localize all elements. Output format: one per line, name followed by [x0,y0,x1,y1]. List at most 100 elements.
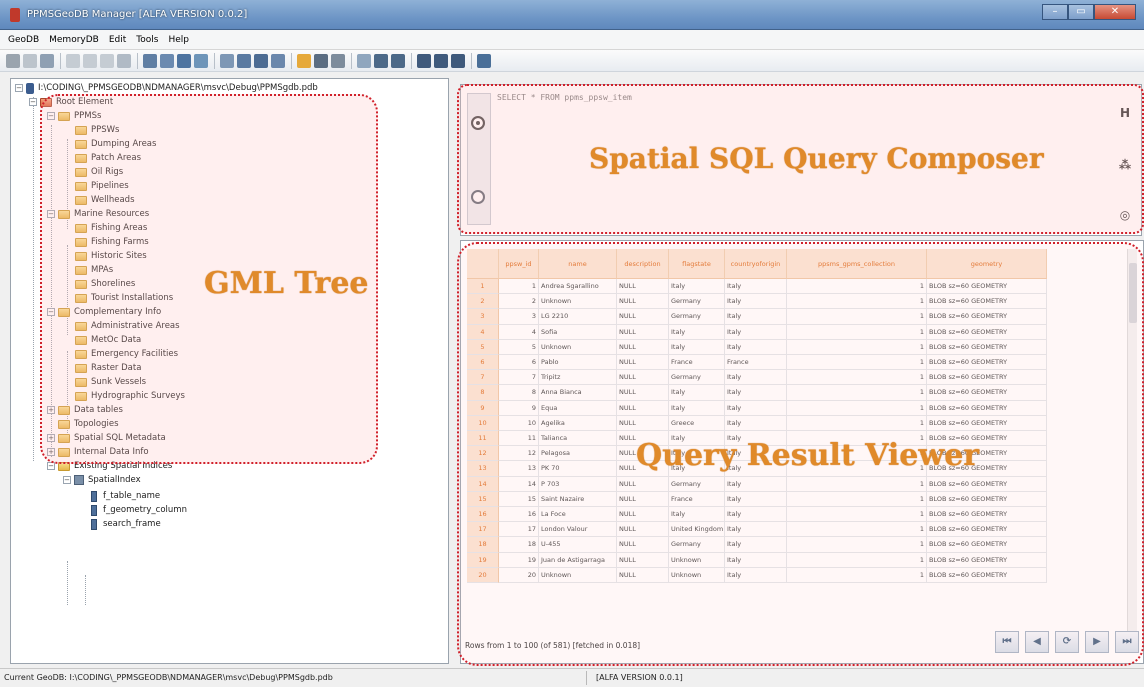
tree-leaf[interactable]: Fishing Farms [75,235,149,249]
table-row[interactable]: 4 4 Sofia NULL Italy Italy 1 BLOB sz=60 GEOMETR… [467,324,1047,340]
prev-page-icon[interactable]: ◀ [1025,631,1049,653]
table-cell[interactable]: 14 [499,476,539,492]
tree-leaf[interactable]: MPAs [75,263,113,277]
toolbar-tool-icon[interactable] [177,53,191,68]
table-row[interactable]: 8 8 Anna Bianca NULL Italy Italy 1 BLOB sz=60 G… [467,385,1047,401]
toolbar-tool-icon[interactable] [451,53,465,68]
column-header[interactable]: countryoforigin [725,249,787,279]
toolbar-tool-icon[interactable] [143,53,157,68]
toolbar-tool-icon[interactable] [374,53,388,68]
tree-column[interactable]: search_frame [91,517,161,531]
table-cell[interactable]: P 703 [539,476,617,492]
row-number[interactable]: 20 [467,567,499,583]
column-header[interactable]: name [539,249,617,279]
tree-node-internal-info[interactable]: + Internal Data Info [47,445,149,459]
tree-node-complementary[interactable]: − Complementary Info [47,305,161,319]
toolbar-tool-icon[interactable] [6,53,20,68]
tree-leaf[interactable]: Raster Data [75,361,141,375]
column-header[interactable]: geometry [927,249,1047,279]
toolbar-tool-icon[interactable] [417,53,431,68]
table-cell[interactable]: BLOB sz=60 GEOMETRY [927,294,1047,310]
table-cell[interactable]: Unknown [539,294,617,310]
table-row[interactable]: 2 2 Unknown NULL Germany Italy 1 BLOB sz=60 GEO… [467,294,1047,310]
save-icon[interactable]: H [1115,103,1135,123]
toolbar-tool-icon[interactable] [40,53,54,68]
toolbar-tool-icon[interactable] [271,53,285,68]
toolbar-tool-icon[interactable] [434,53,448,68]
tree-leaf[interactable]: Wellheads [75,193,135,207]
tree-leaf[interactable]: Administrative Areas [75,319,180,333]
table-cell[interactable]: 13 [499,461,539,477]
row-number[interactable]: 15 [467,491,499,507]
table-cell[interactable]: 1 [787,415,927,431]
table-cell[interactable]: NULL [617,355,669,371]
table-cell[interactable]: 1 [787,279,927,295]
table-cell[interactable]: Italy [669,339,725,355]
tree-node-spatial-indices[interactable]: − Existing Spatial Indices [47,459,172,473]
row-number[interactable]: 6 [467,355,499,371]
table-row[interactable]: 1 1 Andrea Sgarallino NULL Italy Italy 1 BLOB s… [467,279,1047,295]
table-cell[interactable]: 3 [499,309,539,325]
collapse-icon[interactable]: − [47,308,55,316]
reset-icon[interactable]: ◎ [1115,205,1135,225]
table-cell[interactable]: 20 [499,567,539,583]
tree-node-sql-metadata[interactable]: + Spatial SQL Metadata [47,431,166,445]
table-cell[interactable]: Italy [725,279,787,295]
table-cell[interactable]: Unknown [669,567,725,583]
table-cell[interactable]: NULL [617,309,669,325]
table-row[interactable]: 17 17 London Valour NULL United Kingdom Italy… [467,522,1047,538]
collapse-icon[interactable]: − [47,462,55,470]
table-cell[interactable]: LG 2210 [539,309,617,325]
table-cell[interactable]: Tripitz [539,370,617,386]
table-cell[interactable]: Italy [669,324,725,340]
table-cell[interactable]: NULL [617,385,669,401]
table-cell[interactable]: BLOB sz=60 GEOMETRY [927,507,1047,523]
table-cell[interactable]: Unknown [539,567,617,583]
vertical-scrollbar[interactable] [1127,249,1137,649]
table-cell[interactable]: Italy [725,552,787,568]
table-cell[interactable]: BLOB sz=60 GEOMETRY [927,324,1047,340]
table-row[interactable]: 3 3 LG 2210 NULL Germany Italy 1 BLOB sz=60 GEO… [467,309,1047,325]
table-cell[interactable]: NULL [617,537,669,553]
table-cell[interactable]: Italy [725,522,787,538]
table-cell[interactable]: Italy [725,537,787,553]
table-cell[interactable]: 1 [787,537,927,553]
table-cell[interactable]: BLOB sz=60 GEOMETRY [927,567,1047,583]
table-cell[interactable]: 1 [787,324,927,340]
table-cell[interactable]: 6 [499,355,539,371]
table-cell[interactable]: Italy [725,507,787,523]
table-cell[interactable]: U-455 [539,537,617,553]
table-cell[interactable]: Italy [669,400,725,416]
table-cell[interactable]: BLOB sz=60 GEOMETRY [927,339,1047,355]
table-cell[interactable]: 1 [787,491,927,507]
radio-selected-icon[interactable] [471,116,485,130]
scroll-thumb[interactable] [1129,263,1137,323]
table-cell[interactable]: 10 [499,415,539,431]
table-cell[interactable]: 1 [787,552,927,568]
tree-leaf[interactable]: Hydrographic Surveys [75,389,185,403]
tree-leaf[interactable]: PPSWs [75,123,119,137]
table-cell[interactable]: Sofia [539,324,617,340]
toolbar-tool-icon[interactable] [237,53,251,68]
table-cell[interactable]: BLOB sz=60 GEOMETRY [927,476,1047,492]
table-cell[interactable]: 17 [499,522,539,538]
table-cell[interactable]: Germany [669,294,725,310]
row-number[interactable]: 16 [467,507,499,523]
table-cell[interactable]: 16 [499,507,539,523]
table-row[interactable]: 6 6 Pablo NULL France France 1 BLOB sz=60 GEOME… [467,355,1047,371]
table-cell[interactable]: 15 [499,491,539,507]
table-cell[interactable]: 9 [499,400,539,416]
table-row[interactable]: 7 7 Tripitz NULL Germany Italy 1 BLOB sz=60 GEO… [467,370,1047,386]
expand-icon[interactable]: + [47,448,55,456]
tree-leaf[interactable]: Sunk Vessels [75,375,146,389]
row-number[interactable]: 14 [467,476,499,492]
toolbar-tool-icon[interactable] [254,53,268,68]
table-cell[interactable]: 8 [499,385,539,401]
table-cell[interactable]: NULL [617,567,669,583]
table-row[interactable]: 19 19 Juan de Astigarraga NULL Unknown Italy 1… [467,552,1047,568]
next-page-icon[interactable]: ▶ [1085,631,1109,653]
expand-icon[interactable]: + [47,434,55,442]
tree-leaf[interactable]: Pipelines [75,179,129,193]
row-number[interactable]: 9 [467,400,499,416]
row-number[interactable]: 7 [467,370,499,386]
